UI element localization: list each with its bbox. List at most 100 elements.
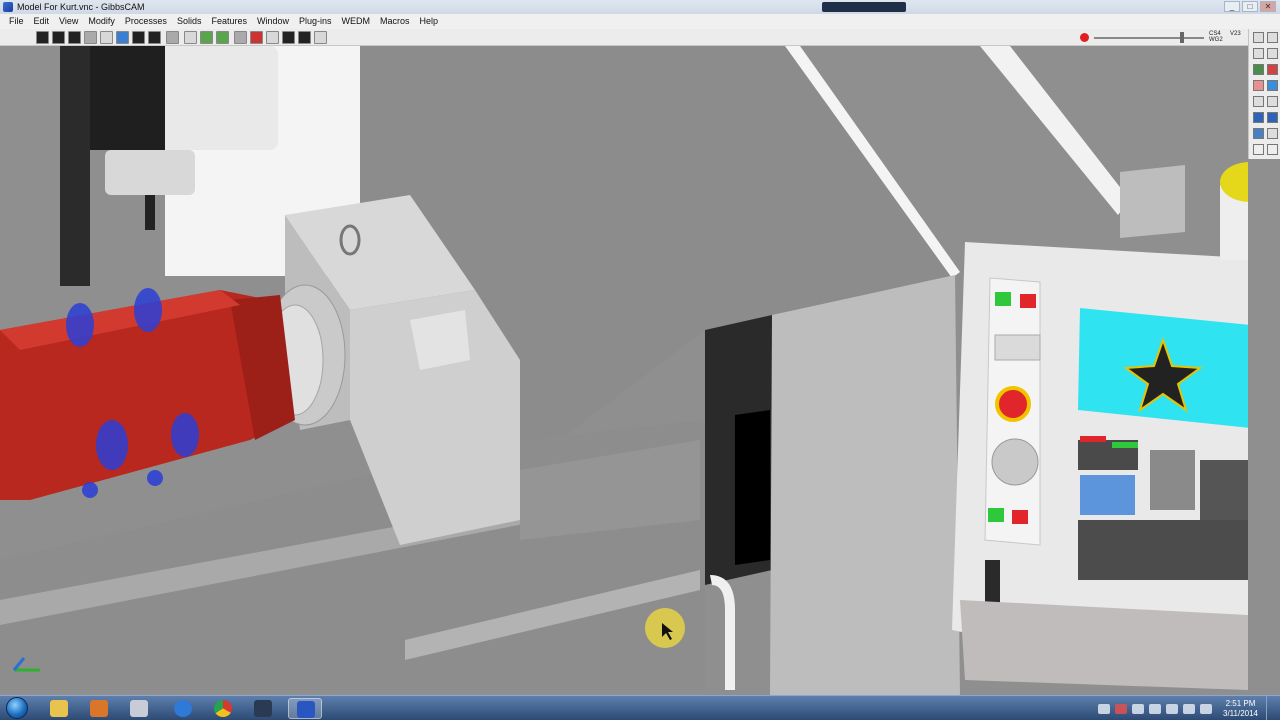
palette-tool-icon[interactable] [1253, 128, 1264, 139]
tray-network-icon[interactable] [1132, 703, 1144, 714]
palette-blank-icon[interactable] [1253, 144, 1264, 155]
gibbscam-logo-icon [3, 2, 13, 12]
palette-axis-icon[interactable] [1267, 48, 1278, 59]
copy-icon[interactable] [132, 31, 145, 44]
taskbar-explorer[interactable] [42, 698, 76, 719]
palette-grid-icon[interactable] [1267, 32, 1278, 43]
paste-icon[interactable] [148, 31, 161, 44]
palette-frame-icon[interactable] [1253, 48, 1264, 59]
taskbar-ie[interactable] [166, 698, 200, 719]
menu-view[interactable]: View [54, 14, 83, 29]
menu-bar: File Edit View Modify Processes Solids F… [0, 14, 1280, 29]
palette-shade-icon[interactable] [1253, 80, 1264, 91]
help-icon[interactable] [314, 31, 327, 44]
render-icon[interactable] [250, 31, 263, 44]
menu-help[interactable]: Help [415, 14, 444, 29]
close-button[interactable]: ✕ [1260, 1, 1276, 12]
palette-layer-icon[interactable] [1253, 96, 1264, 107]
maximize-button[interactable]: □ [1242, 1, 1258, 12]
menu-plugins[interactable]: Plug-ins [294, 14, 337, 29]
palette-green-icon[interactable] [1253, 64, 1264, 75]
tray-display-icon[interactable] [1200, 703, 1212, 714]
show-desktop-button[interactable] [1266, 696, 1276, 720]
view-readout: V23 [1230, 31, 1241, 37]
start-button[interactable] [6, 697, 28, 719]
undo-icon[interactable] [166, 31, 179, 44]
new-document-icon[interactable] [36, 31, 49, 44]
rail-block [1120, 165, 1185, 238]
menu-file[interactable]: File [4, 14, 29, 29]
menu-processes[interactable]: Processes [120, 14, 172, 29]
speed-slider-thumb[interactable] [1180, 32, 1184, 43]
menu-modify[interactable]: Modify [83, 14, 120, 29]
snap-icon[interactable] [266, 31, 279, 44]
stop-simulation-icon[interactable] [1080, 33, 1089, 42]
taskbar-clock[interactable]: 2:51 PM 3/11/2014 [1223, 699, 1258, 719]
minimize-button[interactable]: _ [1224, 1, 1240, 12]
tray-flag-icon[interactable] [1183, 703, 1195, 714]
palette-red-icon[interactable] [1267, 64, 1278, 75]
chrome-icon [214, 700, 232, 717]
gibbscam-icon [297, 701, 315, 718]
vnc-connection-tab[interactable] [822, 2, 906, 12]
tray-alert-icon[interactable] [1115, 703, 1127, 714]
window-controls: _ □ ✕ [1224, 1, 1276, 12]
zoom-icon[interactable] [298, 31, 311, 44]
tool-palette [1248, 29, 1280, 159]
palette-surface-icon[interactable] [1267, 112, 1278, 123]
view-icon[interactable] [234, 31, 247, 44]
menu-macros[interactable]: Macros [375, 14, 415, 29]
pendant-shelf [960, 600, 1248, 690]
taskbar-chrome[interactable] [206, 698, 240, 719]
toolbox-icon [90, 700, 108, 717]
toolpath-icon[interactable] [200, 31, 213, 44]
window-title: Model For Kurt.vnc - GibbsCAM [17, 2, 145, 12]
feed-hold-green [988, 508, 1004, 522]
machine-scene [0, 46, 1248, 695]
pendant-key-switch [994, 334, 1041, 361]
title-bar: Model For Kurt.vnc - GibbsCAM _ □ ✕ [0, 0, 1280, 14]
speed-slider[interactable] [1094, 37, 1204, 39]
taskbar-toolbox[interactable] [82, 698, 116, 719]
palette-stack-icon[interactable] [1267, 96, 1278, 107]
palette-doc-icon[interactable] [1253, 32, 1264, 43]
coordinate-system-readout: CS4 WG2 [1209, 31, 1223, 43]
spindle-column-left [60, 46, 90, 286]
palette-solid-icon[interactable] [1253, 112, 1264, 123]
palette-blue-icon[interactable] [1267, 80, 1278, 91]
terminal-icon [254, 700, 272, 717]
taskbar-terminal[interactable] [246, 698, 280, 719]
save-icon[interactable] [68, 31, 81, 44]
taskbar-media[interactable] [122, 698, 156, 719]
folder-icon [50, 700, 68, 717]
menu-features[interactable]: Features [206, 14, 252, 29]
solids-icon[interactable] [216, 31, 229, 44]
select-icon[interactable] [100, 31, 113, 44]
menu-solids[interactable]: Solids [172, 14, 207, 29]
sliding-door [770, 275, 960, 695]
palette-copy-icon[interactable] [1267, 128, 1278, 139]
spindle-nose [105, 150, 195, 195]
main-toolbar [0, 29, 1280, 46]
cycle-start-button-green [995, 292, 1011, 306]
palette-blank2-icon[interactable] [1267, 144, 1278, 155]
menu-wedm[interactable]: WEDM [337, 14, 376, 29]
cycle-stop-button-red [1020, 294, 1036, 308]
door-opening [735, 410, 770, 565]
geometry-icon[interactable] [184, 31, 197, 44]
feed-hold-red [1012, 510, 1028, 524]
jog-handwheel [991, 438, 1039, 486]
menu-edit[interactable]: Edit [29, 14, 55, 29]
tray-volume-icon[interactable] [1149, 703, 1161, 714]
tray-power-icon[interactable] [1166, 703, 1178, 714]
tray-arrow-icon[interactable] [1098, 703, 1110, 714]
3d-viewport[interactable] [0, 46, 1248, 695]
menu-window[interactable]: Window [252, 14, 294, 29]
system-tray: 2:51 PM 3/11/2014 [1098, 696, 1276, 720]
cut-icon[interactable] [116, 31, 129, 44]
print-icon[interactable] [84, 31, 97, 44]
emergency-stop-button [995, 386, 1031, 422]
open-document-icon[interactable] [52, 31, 65, 44]
taskbar-gibbscam[interactable] [288, 698, 322, 719]
move-icon[interactable] [282, 31, 295, 44]
